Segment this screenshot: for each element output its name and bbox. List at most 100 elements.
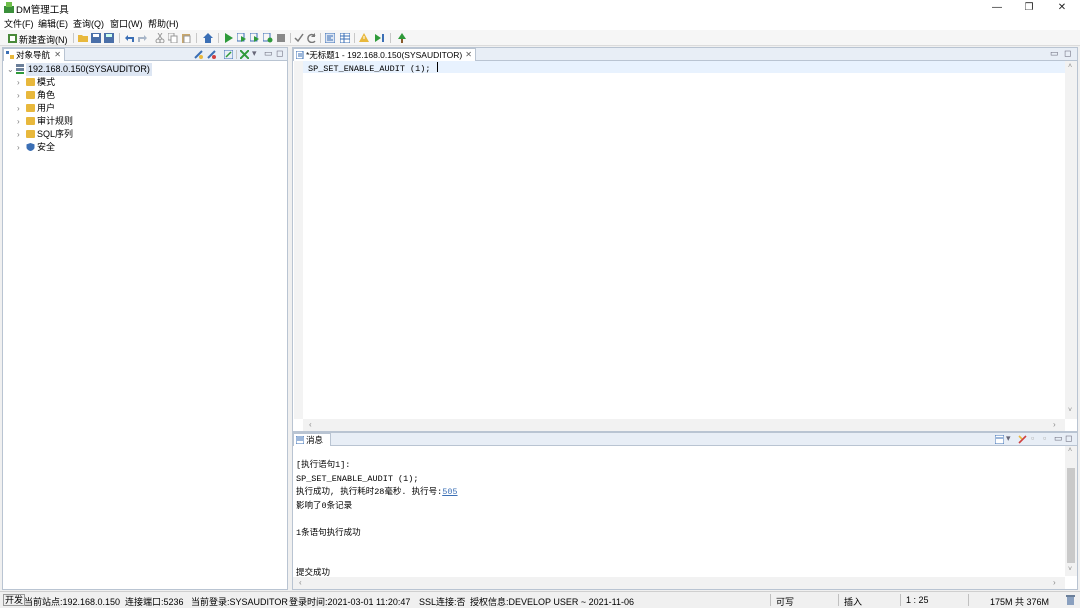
rollback-icon[interactable] — [307, 33, 317, 43]
scroll-right-icon[interactable]: › — [1053, 420, 1056, 429]
copy-icon[interactable] — [168, 33, 178, 43]
new-query-button[interactable]: 新建查询(N) — [2, 31, 70, 45]
maximize-view-icon[interactable]: ◻ — [276, 48, 283, 59]
menu-query[interactable]: 查询(Q) — [73, 17, 104, 30]
stop-icon[interactable] — [276, 33, 286, 43]
maximize-view-icon[interactable]: ◻ — [1064, 48, 1071, 59]
navigator-icon — [6, 51, 14, 59]
clear-icon[interactable] — [1018, 435, 1027, 444]
toolbar-separator — [354, 33, 355, 43]
collapse-all-icon[interactable] — [240, 50, 249, 59]
undo-icon[interactable] — [125, 33, 135, 43]
pin-icon[interactable]: ▫ — [1031, 433, 1034, 443]
minimize-view-icon[interactable]: ▭ — [1050, 48, 1059, 59]
menu-edit[interactable]: 编辑(E) — [38, 17, 68, 30]
tree-root-connection[interactable]: ⌄ 192.168.0.150(SYSAUDITOR) — [7, 63, 157, 76]
scroll-left-icon[interactable]: ‹ — [309, 420, 312, 429]
message-tab-label: 消息 — [306, 435, 324, 445]
message-line: [执行语句1]: — [296, 460, 351, 470]
exec-number-link[interactable]: 505 — [442, 487, 457, 497]
sql-code-line[interactable]: SP_SET_ENABLE_AUDIT (1); — [308, 62, 439, 74]
run-icon[interactable] — [224, 33, 234, 43]
menu-window[interactable]: 窗口(W) — [110, 17, 143, 30]
toolbar-separator — [236, 50, 237, 59]
format-icon[interactable] — [325, 33, 335, 43]
new-query-label: 新建查询(N) — [19, 35, 68, 45]
trash-icon[interactable] — [1066, 595, 1075, 605]
scroll-right-icon[interactable]: › — [1053, 578, 1056, 587]
status-login: 当前登录:SYSAUDITOR — [191, 597, 288, 607]
cut-icon[interactable] — [155, 33, 165, 43]
scroll-left-icon[interactable]: ‹ — [299, 578, 302, 587]
view-menu-icon[interactable]: ▾ — [252, 48, 257, 59]
save-all-icon[interactable] — [104, 33, 114, 43]
maximize-button[interactable]: ❐ — [1014, 1, 1044, 15]
explain-icon[interactable] — [263, 33, 273, 43]
step-icon[interactable] — [375, 33, 385, 43]
lock-icon[interactable]: ▫ — [1043, 433, 1046, 443]
home-icon[interactable] — [203, 33, 213, 43]
run-script-icon[interactable] — [250, 33, 260, 43]
sql-editor-panel: *无标题1 - 192.168.0.150(SYSAUDITOR) ✕ ▭ ◻ — [292, 47, 1078, 432]
paste-icon[interactable] — [181, 33, 191, 43]
console-icon[interactable] — [995, 435, 1004, 444]
redo-icon[interactable] — [137, 33, 147, 43]
tree-icon[interactable] — [397, 33, 407, 43]
tree-item-security[interactable]: › 安全 — [17, 141, 137, 154]
close-icon[interactable]: ✕ — [465, 49, 472, 61]
open-icon[interactable] — [78, 33, 88, 43]
tree-item-role[interactable]: › 角色 — [17, 89, 137, 102]
editor-vertical-scrollbar[interactable]: ˄ ˅ — [1065, 61, 1077, 419]
maximize-view-icon[interactable]: ◻ — [1065, 433, 1072, 444]
tab-untitled-query[interactable]: *无标题1 - 192.168.0.150(SYSAUDITOR) ✕ — [293, 48, 476, 61]
close-icon[interactable]: ✕ — [54, 49, 61, 61]
status-cursor-position: 1 : 25 — [906, 595, 929, 605]
disconnect-icon[interactable] — [207, 50, 216, 59]
tree-item-sql-sequence[interactable]: › SQL序列 — [17, 128, 137, 141]
message-icon — [296, 436, 304, 444]
status-separator — [968, 594, 969, 606]
chevron-down-icon: ⌄ — [7, 65, 14, 74]
tree-item-schema[interactable]: › 模式 — [17, 76, 137, 89]
debug-icon[interactable] — [359, 33, 369, 43]
tree-item-label: 模式 — [37, 77, 56, 87]
toolbar-separator — [119, 33, 120, 43]
tree-item-audit-rules[interactable]: › 审计规则 — [17, 115, 137, 128]
tab-messages[interactable]: 消息 — [293, 433, 331, 446]
run-selected-icon[interactable] — [237, 33, 247, 43]
menu-help[interactable]: 帮助(H) — [148, 17, 179, 30]
window-title: DM管理工具 — [16, 5, 69, 16]
scroll-up-icon[interactable]: ˄ — [1068, 63, 1072, 70]
commit-icon[interactable] — [294, 33, 304, 43]
minimize-button[interactable]: — — [982, 1, 1012, 15]
table-icon[interactable] — [340, 33, 350, 43]
scroll-up-icon[interactable]: ˄ — [1068, 447, 1072, 454]
toolbar-separator — [290, 33, 291, 43]
scrollbar-thumb[interactable] — [1067, 468, 1075, 563]
message-horizontal-scrollbar[interactable]: ‹ › — [293, 577, 1065, 589]
tree-item-user[interactable]: › 用户 — [17, 102, 137, 115]
connect-icon[interactable] — [194, 50, 203, 59]
close-button[interactable]: ✕ — [1047, 1, 1077, 15]
chevron-right-icon: › — [17, 104, 20, 113]
toolbar-separator — [390, 33, 391, 43]
editor-tabbar: *无标题1 - 192.168.0.150(SYSAUDITOR) ✕ ▭ ◻ — [293, 48, 1077, 61]
object-navigator-panel: 对象导航 ✕ ▾ ▭ ◻ ⌄ 192.168.0.150(SYSAUDITOR)… — [2, 47, 288, 590]
tree-item-label: SQL序列 — [37, 129, 74, 139]
scroll-down-icon[interactable]: ˅ — [1068, 407, 1072, 414]
dropdown-icon[interactable]: ▾ — [1006, 433, 1011, 444]
new-query-icon — [8, 34, 17, 43]
editor-horizontal-scrollbar[interactable]: ‹ › — [303, 419, 1065, 431]
edit-icon[interactable] — [224, 50, 233, 59]
minimize-view-icon[interactable]: ▭ — [1054, 433, 1063, 444]
menu-file[interactable]: 文件(F) — [4, 17, 34, 30]
scroll-down-icon[interactable]: ˅ — [1068, 566, 1072, 573]
tab-object-navigator[interactable]: 对象导航 ✕ — [3, 48, 65, 61]
status-site: 当前站点:192.168.0.150 — [24, 597, 121, 607]
status-mode-badge: 开发 — [3, 594, 26, 606]
minimize-view-icon[interactable]: ▭ — [264, 48, 273, 59]
save-icon[interactable] — [91, 33, 101, 43]
message-vertical-scrollbar[interactable]: ˄ ˅ — [1065, 446, 1077, 576]
navigator-tab-label: 对象导航 — [16, 50, 51, 60]
